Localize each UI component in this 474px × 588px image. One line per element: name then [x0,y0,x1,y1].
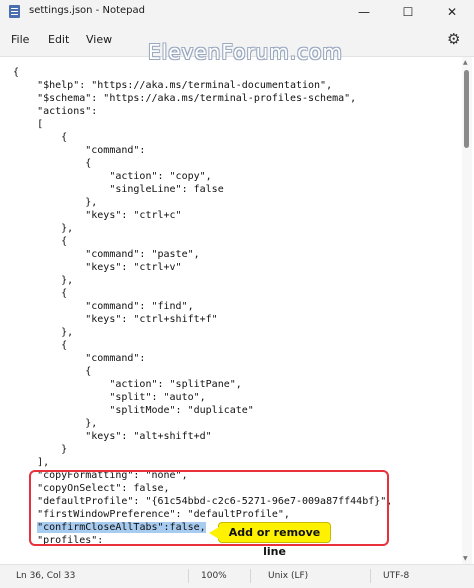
code-line: "command": "paste", [13,249,200,260]
code-line: "command": "find", [13,301,194,312]
code-line: } [13,444,68,455]
code-line: "splitMode": "duplicate" [13,405,254,416]
window-title: settings.json - Notepad [29,5,145,16]
code-line: { [13,340,68,351]
code-line: "keys": "ctrl+shift+f" [13,314,218,325]
gear-icon[interactable]: ⚙ [447,30,460,48]
status-bar: Ln 36, Col 33 100% Unix (LF) UTF-8 [0,564,474,588]
code-line: }, [13,223,74,234]
code-line: "command": [13,353,146,364]
menu-edit[interactable]: Edit [48,33,69,46]
scroll-down-arrow-icon[interactable]: ▼ [463,555,468,562]
status-cursor-position: Ln 36, Col 33 [16,571,76,581]
code-line: { [13,288,68,299]
code-line: "$schema": "https://aka.ms/terminal-prof… [13,93,357,104]
code-line: ], [13,457,50,468]
code-line: "command": [13,145,146,156]
code-line: { [13,236,68,247]
code-line: [ [13,119,44,130]
menu-view[interactable]: View [86,33,112,46]
code-line: "action": "splitPane", [13,379,242,390]
code-line: }, [13,275,74,286]
annotation-callout: Add or remove line [209,522,331,558]
code-line: }, [13,327,74,338]
scroll-up-arrow-icon[interactable]: ▲ [463,59,468,66]
code-line: { [13,158,92,169]
code-line: "actions": [13,106,98,117]
code-line: "keys": "ctrl+c" [13,210,182,221]
code-line: { [13,67,20,78]
close-button[interactable]: ✕ [430,0,474,24]
scrollbar-thumb[interactable] [464,70,469,148]
code-line: { [13,132,68,143]
status-encoding: UTF-8 [383,571,410,581]
code-line: "singleLine": false [13,184,224,195]
minimize-button[interactable]: — [342,0,386,24]
watermark: ElevenForum.com [148,40,343,64]
code-line: { [13,366,92,377]
code-line: "keys": "alt+shift+d" [13,431,212,442]
code-line: "action": "copy", [13,171,212,182]
notepad-icon [9,5,20,18]
code-line: "split": "auto", [13,392,206,403]
code-line: "keys": "ctrl+v" [13,262,182,273]
menu-file[interactable]: File [11,33,29,46]
status-zoom: 100% [201,571,227,581]
status-divider [188,569,189,583]
code-line: }, [13,418,98,429]
maximize-button[interactable]: ☐ [386,0,430,24]
status-divider [250,569,251,583]
status-divider [370,569,371,583]
code-line: }, [13,197,98,208]
code-line: "$help": "https://aka.ms/terminal-docume… [13,80,333,91]
status-line-ending: Unix (LF) [268,571,309,581]
title-bar: settings.json - Notepad — ☐ ✕ [0,0,474,24]
